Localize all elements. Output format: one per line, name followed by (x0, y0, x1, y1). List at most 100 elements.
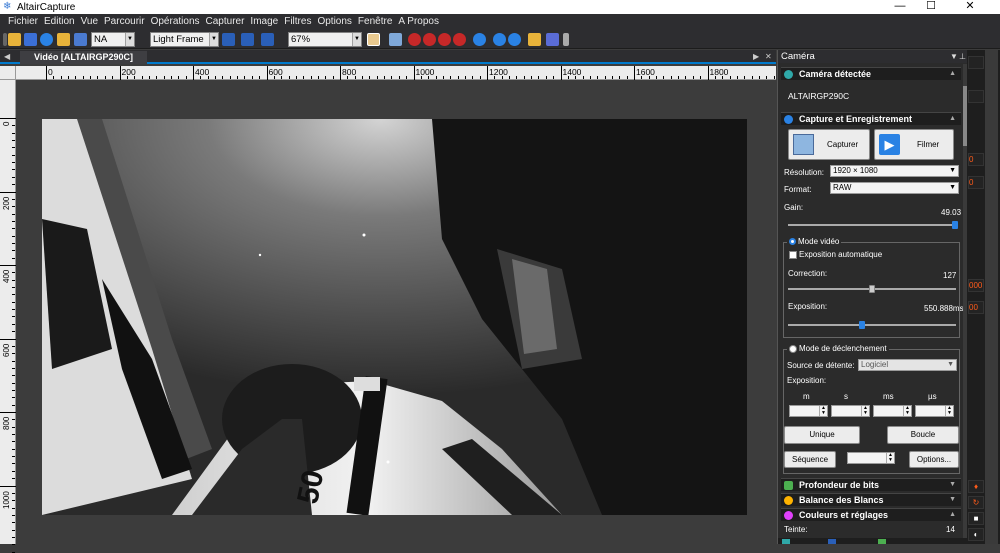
film-button[interactable]: ▶ Filmer (874, 129, 954, 160)
tab-scroll-right-icon[interactable]: ▶ (753, 50, 759, 63)
contrast-icon[interactable]: ◐ (968, 528, 984, 541)
collapse-arrow-icon[interactable]: ▲ (949, 113, 956, 125)
tab-scroll-left-icon[interactable]: ◀ (4, 50, 10, 63)
ruler-minor-tick (420, 76, 422, 79)
menu-fenetre[interactable]: Fenêtre (355, 14, 395, 30)
right-strip-scrollbar[interactable] (985, 50, 998, 544)
ruler-minor-tick (553, 76, 555, 79)
record-to-disk-icon[interactable] (261, 33, 274, 46)
collapse-arrow-icon[interactable]: ▲ (949, 68, 956, 80)
tab-close-icon[interactable]: ✕ (765, 50, 772, 63)
gear-icon[interactable] (546, 33, 559, 46)
panel-pin-icon[interactable]: ⊥ (959, 50, 966, 63)
sparkle-icon[interactable] (528, 33, 541, 46)
resolution-select[interactable]: 1920 × 1080 ▼ (830, 165, 959, 177)
camera-icon[interactable] (74, 33, 87, 46)
image-icon[interactable] (389, 33, 402, 46)
section-white-balance[interactable]: Balance des Blancs ▼ (781, 493, 961, 506)
section-bit-depth[interactable]: Profondeur de bits ▼ (781, 478, 961, 491)
bottom-tab-icon[interactable] (828, 539, 836, 544)
sequence-count-spinbox[interactable]: ▲ ▼ (847, 452, 895, 464)
trigger-mode-radio[interactable] (789, 344, 797, 353)
video-frame[interactable]: 50 (42, 119, 747, 515)
close-button[interactable]: ✕ (950, 0, 990, 14)
capture-section-icon (784, 115, 793, 124)
expand-arrow-icon[interactable]: ▼ (949, 479, 956, 491)
bottom-tab-icon[interactable] (878, 539, 886, 544)
capture-button[interactable]: Capturer (788, 129, 870, 160)
menu-filtres[interactable]: Filtres (281, 14, 314, 30)
menu-parcourir[interactable]: Parcourir (101, 14, 148, 30)
video-mode-radio[interactable] (789, 238, 796, 245)
correction-slider[interactable] (788, 285, 956, 293)
single-shot-button[interactable]: Unique (784, 426, 860, 444)
gain-slider-thumb[interactable] (952, 221, 958, 229)
section-capture-recording[interactable]: Capture et Enregistrement ▲ (781, 112, 961, 125)
save-icon[interactable]: ■ (968, 512, 984, 525)
folder-icon[interactable] (57, 33, 70, 46)
correction-slider-thumb[interactable] (869, 285, 875, 293)
minutes-spinbox[interactable]: ▲ ▼ (789, 405, 828, 417)
tint-label: Teinte: (784, 525, 808, 534)
section-colors-settings[interactable]: Couleurs et réglages ▲ (781, 508, 961, 521)
ruler-label: 1600 (636, 67, 655, 77)
arrow-left-icon[interactable] (493, 33, 506, 46)
flame-icon[interactable]: ♦ (968, 480, 984, 493)
spin-arrows-icon[interactable]: ▲ ▼ (945, 406, 953, 416)
spin-arrows-icon[interactable]: ▲ ▼ (886, 453, 894, 463)
exposure-slider-thumb[interactable] (859, 321, 865, 329)
loop-button[interactable]: Boucle (887, 426, 959, 444)
frame-type-select[interactable]: Light Frame ▼ (150, 32, 219, 47)
spin-arrows-icon[interactable]: ▲ ▼ (861, 406, 869, 416)
refresh-icon[interactable]: ↻ (968, 496, 984, 509)
ruler-minor-tick (112, 76, 114, 79)
menu-options[interactable]: Options (314, 14, 354, 30)
arrow-right-icon[interactable] (508, 33, 521, 46)
ruler-minor-tick (12, 514, 15, 516)
pause-icon[interactable] (241, 33, 254, 46)
hand-pan-icon[interactable] (367, 33, 380, 46)
zoom-select[interactable]: 67% ▼ (288, 32, 362, 47)
menu-image[interactable]: Image (247, 14, 281, 30)
open-folder-icon[interactable] (8, 33, 21, 46)
ruler-minor-tick (12, 434, 15, 436)
trigger-source-select[interactable]: Logiciel ▼ (858, 359, 957, 371)
menu-a-propos[interactable]: A Propos (395, 14, 442, 30)
collapse-arrow-icon[interactable]: ▲ (949, 509, 956, 521)
format-select[interactable]: RAW ▼ (830, 182, 959, 194)
section-camera-detected[interactable]: Caméra détectée ▲ (781, 67, 961, 80)
menu-edition[interactable]: Edition (41, 14, 78, 30)
ruler-minor-tick (406, 76, 408, 79)
reticle-red-icon[interactable] (453, 33, 466, 46)
menu-operations[interactable]: Opérations (148, 14, 203, 30)
crosshair-red-icon[interactable] (408, 33, 421, 46)
menu-vue[interactable]: Vue (78, 14, 101, 30)
spin-arrows-icon[interactable]: ▲ ▼ (903, 406, 911, 416)
microseconds-spinbox[interactable]: ▲ ▼ (915, 405, 954, 417)
auto-exposure-checkbox[interactable] (789, 250, 797, 259)
gain-slider[interactable] (788, 221, 958, 229)
spin-arrows-icon[interactable]: ▲ ▼ (819, 406, 827, 416)
filter-select[interactable]: NA ▼ (91, 32, 135, 47)
menu-fichier[interactable]: Fichier (0, 14, 41, 30)
target-red-icon[interactable] (423, 33, 436, 46)
maximize-button[interactable]: ☐ (911, 0, 951, 14)
exposure-slider[interactable] (788, 321, 956, 329)
settings-blue-icon[interactable] (473, 33, 486, 46)
milliseconds-spinbox[interactable]: ▲ ▼ (873, 405, 912, 417)
panel-dropdown-icon[interactable]: ▼ (950, 50, 958, 63)
bottom-tab-icon[interactable] (782, 539, 790, 544)
step-play-icon[interactable] (222, 33, 235, 46)
menu-capturer[interactable]: Capturer (203, 14, 248, 30)
trigger-options-button[interactable]: Options... (909, 451, 959, 468)
clock-icon[interactable] (40, 33, 53, 46)
ruler-minor-tick (758, 76, 760, 79)
tab-video[interactable]: Vidéo [ALTAIRGP290C] (20, 51, 148, 64)
expand-arrow-icon[interactable]: ▼ (949, 494, 956, 506)
ruler-label: 1000 (2, 490, 11, 509)
focus-red-icon[interactable] (438, 33, 451, 46)
chevron-down-icon: ▼ (949, 167, 956, 174)
seconds-spinbox[interactable]: ▲ ▼ (831, 405, 870, 417)
save-icon[interactable] (24, 33, 37, 46)
sequence-button[interactable]: Séquence (784, 451, 836, 468)
